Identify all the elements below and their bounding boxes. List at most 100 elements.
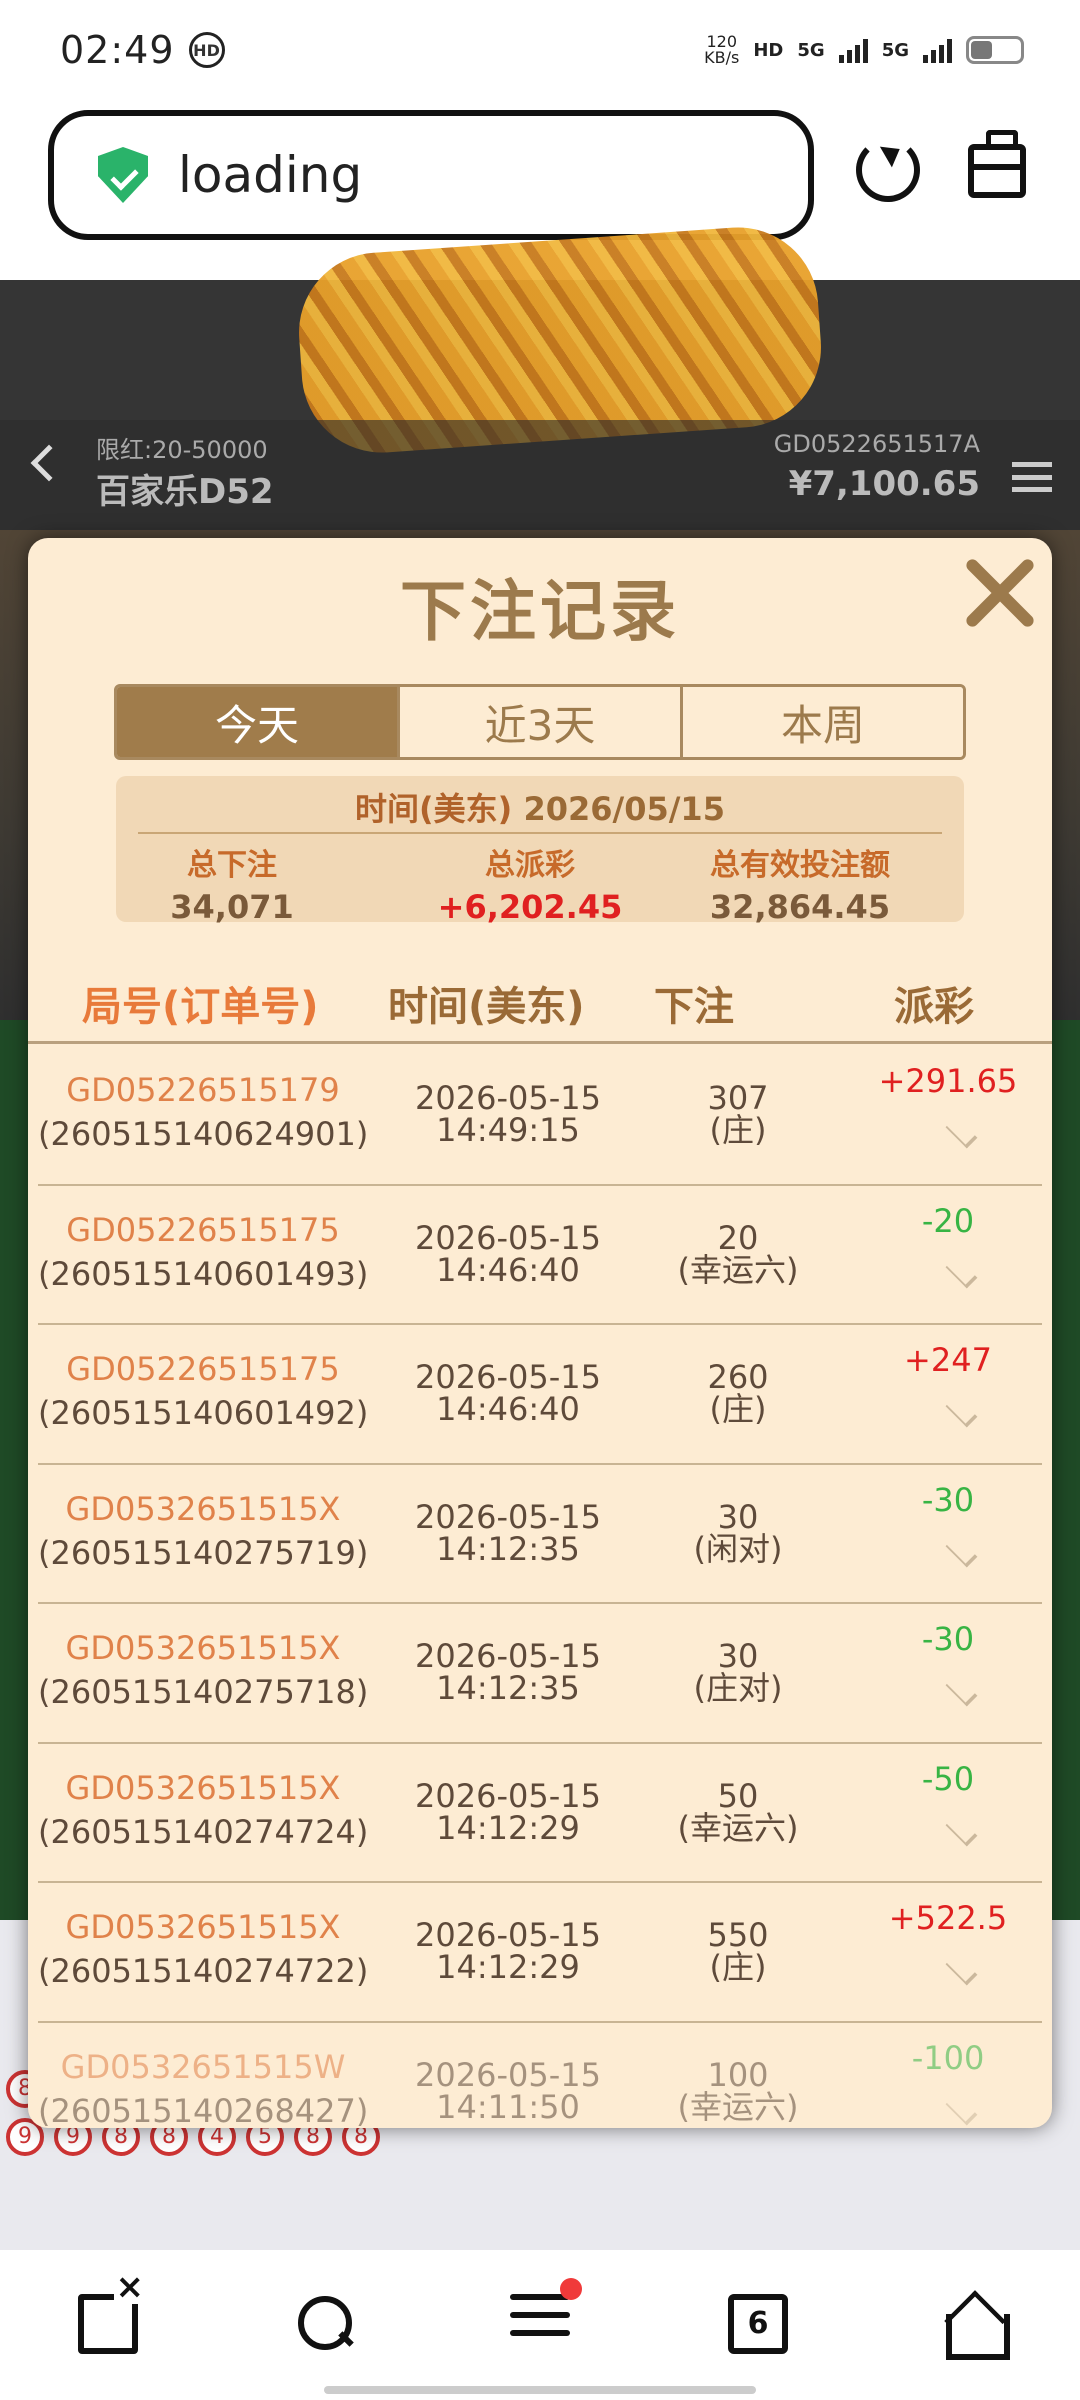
chevron-down-icon[interactable] <box>943 1965 983 1989</box>
payout: +522.5 <box>888 1899 1008 1937</box>
balance: ¥7,100.65 <box>788 464 980 504</box>
chevron-down-icon[interactable] <box>943 1268 983 1292</box>
status-indicators: 120 KB/s HD 5G 5G <box>704 34 1024 66</box>
battery-icon <box>966 36 1024 64</box>
close-icon[interactable] <box>958 552 1038 632</box>
tabs-count-icon[interactable]: 6 <box>728 2294 788 2354</box>
table-header: 局号(订单号) 时间(美东) 下注 派彩 <box>28 964 1052 1044</box>
back-arrow-icon[interactable] <box>30 444 68 482</box>
hd-badge: HD <box>753 39 784 61</box>
bottom-nav: 6 <box>0 2250 1080 2400</box>
chevron-down-icon[interactable] <box>943 1547 983 1571</box>
table-row[interactable]: GD05226515179 (260515140624901) 2026-05-15… <box>38 1046 1042 1186</box>
total-payout: 总派彩 +6,202.45 <box>437 848 623 926</box>
time-cell: 2026-05-15 14:11:50 <box>415 2055 601 2126</box>
col-game-id: 局号(订单号) <box>82 984 319 1030</box>
bet-record-modal: 下注记录 今天 近3天 本周 时间(美东) 2026/05/15 总下注 34,… <box>28 538 1052 2128</box>
order-id: (260515140268427) <box>38 2091 369 2129</box>
bet-cell: 307 (庄) <box>707 1079 769 1149</box>
time-cell: 2026-05-15 14:12:35 <box>415 1497 601 1568</box>
bet-cell: 260 (庄) <box>707 1358 769 1428</box>
game-id-cell: GD05226515179 (260515140624901) <box>38 1068 368 1156</box>
bet-cell: 20 (幸运六) <box>677 1218 799 1289</box>
payout: +291.65 <box>878 1062 1018 1100</box>
menu-icon[interactable] <box>1012 462 1052 492</box>
summary-date: 时间(美东) 2026/05/15 <box>355 790 725 828</box>
payout: -50 <box>921 1759 975 1798</box>
time-cell: 2026-05-15 14:46:40 <box>415 1358 601 1428</box>
reload-icon[interactable] <box>856 138 920 202</box>
game-id-cell: GD0532651515X (260515140274722) <box>38 1905 368 1993</box>
order-id: (260515140624901) <box>38 1115 369 1153</box>
game-id-cell: GD0532651515X (260515140275719) <box>38 1487 368 1575</box>
signal-icon <box>838 37 868 63</box>
summary-panel: 时间(美东) 2026/05/15 总下注 34,071 总派彩 +6,202.… <box>116 776 964 926</box>
game-id: GD05226515179 <box>66 1071 340 1109</box>
time-cell: 2026-05-15 14:49:15 <box>415 1079 601 1149</box>
status-bar: 02:49 HD 120 KB/s HD 5G 5G <box>0 0 1080 100</box>
payout: -30 <box>921 1620 975 1658</box>
divider <box>138 832 942 834</box>
table-row[interactable]: GD0532651515X (260515140275718) 2026-05-15… <box>38 1604 1042 1744</box>
payout: -20 <box>921 1201 975 1240</box>
tab-today[interactable]: 今天 <box>117 687 397 757</box>
game-id: GD0532651515X <box>65 1489 341 1528</box>
round-id: GD0522651517A <box>773 430 980 458</box>
bet-cell: 100 (幸运六) <box>677 2055 799 2126</box>
payout: +247 <box>904 1341 992 1379</box>
toolbox-icon[interactable] <box>968 130 1026 198</box>
net-speed: 120 KB/s <box>704 32 740 67</box>
col-time: 时间(美东) <box>388 984 585 1030</box>
order-id: (260515140601493) <box>38 1254 369 1293</box>
network-type-2: 5G <box>881 39 909 61</box>
chevron-down-icon[interactable] <box>943 2105 983 2129</box>
home-indicator[interactable] <box>324 2386 756 2394</box>
tab-this-week[interactable]: 本周 <box>680 687 963 757</box>
menu-icon[interactable] <box>510 2278 582 2354</box>
order-id: (260515140601492) <box>38 1394 369 1432</box>
tab-3-days[interactable]: 近3天 <box>397 687 680 757</box>
table-row[interactable]: GD05226515175 (260515140601493) 2026-05-15… <box>38 1186 1042 1325</box>
address-text: loading <box>178 146 363 204</box>
network-type-1: 5G <box>797 39 825 61</box>
table-name: 百家乐D52 <box>96 472 274 512</box>
home-icon[interactable] <box>942 2294 1010 2360</box>
table-row[interactable]: GD0532651515W (260515140268427) 2026-05-15… <box>38 2023 1042 2129</box>
game-header: 限红:20-50000 百家乐D52 GD0522651517A ¥7,100.… <box>0 420 1080 530</box>
total-bet: 总下注 34,071 <box>170 848 294 926</box>
order-id: (260515140274724) <box>38 1812 369 1851</box>
order-id: (260515140274722) <box>38 1952 369 1990</box>
game-banner <box>0 222 1080 458</box>
payout: -100 <box>911 2038 985 2077</box>
chevron-down-icon[interactable] <box>943 1128 983 1152</box>
close-tab-icon[interactable] <box>78 2270 146 2354</box>
bet-limit: 限红:20-50000 <box>96 436 268 464</box>
col-payout: 派彩 <box>894 984 974 1030</box>
game-id-cell: GD05226515175 (260515140601493) <box>38 1208 368 1296</box>
chevron-down-icon[interactable] <box>943 1826 983 1850</box>
table-row[interactable]: GD05226515175 (260515140601492) 2026-05-15… <box>38 1325 1042 1465</box>
bet-cell: 30 (闲对) <box>693 1497 783 1568</box>
time-cell: 2026-05-15 14:12:35 <box>415 1637 601 1707</box>
game-id-cell: GD0532651515X (260515140275718) <box>38 1626 368 1714</box>
time-cell: 2026-05-15 14:12:29 <box>415 1776 601 1847</box>
table-row[interactable]: GD0532651515X (260515140275719) 2026-05-15… <box>38 1465 1042 1604</box>
chevron-down-icon[interactable] <box>943 1407 983 1431</box>
col-bet: 下注 <box>654 984 734 1030</box>
game-id: GD0532651515X <box>65 1768 341 1807</box>
order-id: (260515140275719) <box>38 1533 369 1572</box>
table-row[interactable]: GD0532651515X (260515140274722) 2026-05-15… <box>38 1883 1042 2023</box>
secure-shield-icon <box>98 147 148 203</box>
order-id: (260515140275718) <box>38 1673 369 1711</box>
game-id: GD0532651515X <box>65 1908 341 1946</box>
time-cell: 2026-05-15 14:12:29 <box>415 1916 601 1986</box>
status-time: 02:49 <box>60 28 175 72</box>
game-id: GD05226515175 <box>66 1350 340 1388</box>
signal-icon <box>923 37 952 63</box>
bet-cell: 30 (庄对) <box>693 1637 783 1707</box>
table-row[interactable]: GD0532651515X (260515140274724) 2026-05-15… <box>38 1744 1042 1883</box>
address-bar[interactable]: loading <box>48 110 814 240</box>
chevron-down-icon[interactable] <box>943 1686 983 1710</box>
search-icon[interactable] <box>296 2294 356 2354</box>
game-id-cell: GD0532651515W (260515140268427) <box>38 2045 368 2129</box>
